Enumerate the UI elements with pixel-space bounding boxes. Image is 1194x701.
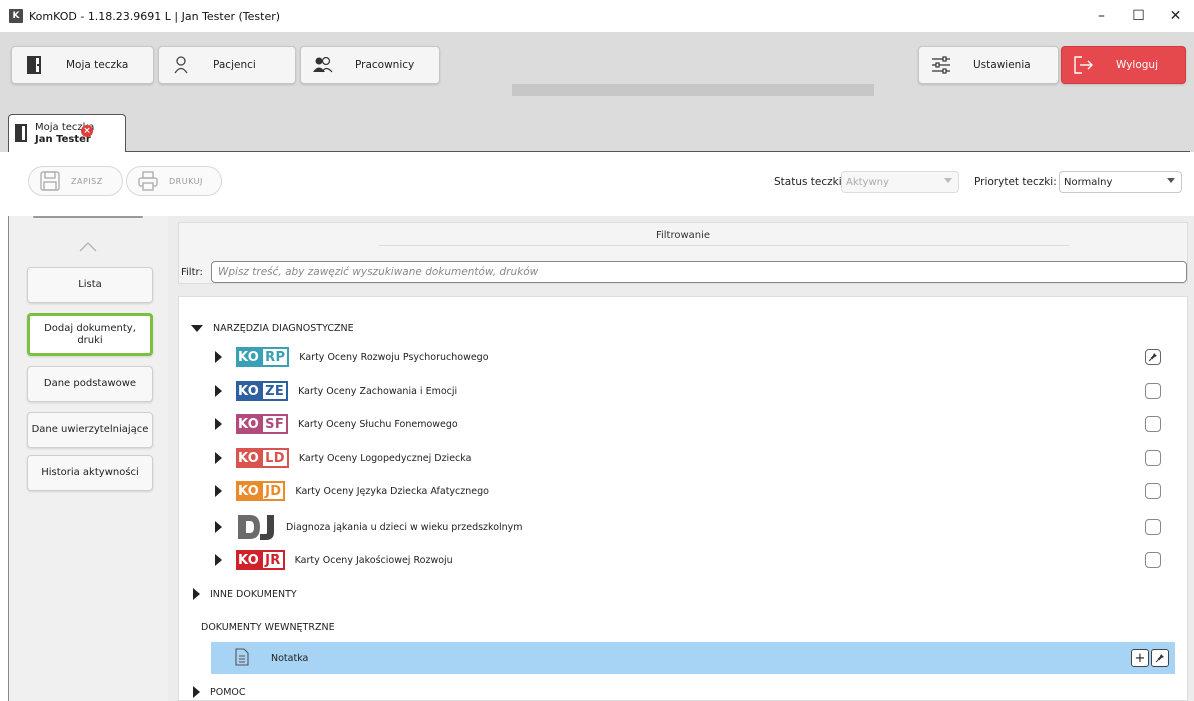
priority-select[interactable]: Normalny [1059, 171, 1182, 193]
priority-label: Priorytet teczki: [974, 176, 1057, 188]
document-tree: NARZĘDZIA DIAGNOSTYCZNE KO RP Karty Ocen… [178, 296, 1188, 701]
save-button[interactable]: ZAPISZ [28, 166, 123, 196]
sidebar-item-activity-history[interactable]: Historia aktywności [27, 455, 153, 491]
tree-item-label: Karty Oceny Rozwoju Psychoruchowego [299, 351, 489, 363]
main-content: Filtrowanie Filtr: Wpisz treść, aby zawę… [168, 216, 1194, 701]
save-disk-icon [39, 170, 61, 192]
minimize-button[interactable]: – [1083, 0, 1120, 32]
caret-right-icon [215, 485, 222, 497]
nav-folder-button[interactable]: Moja teczka [11, 46, 154, 84]
sliders-icon [931, 55, 951, 75]
tree-item-label: Diagnoza jąkania u dzieci w wieku przeds… [286, 521, 523, 533]
koze-logo-icon: KO ZE [236, 381, 289, 401]
tree-item-label: Karty Oceny Jakościowej Rozwoju [294, 554, 453, 566]
tab-my-folder[interactable]: Moja teczka Jan Tester × [8, 114, 126, 152]
tree-item-koze[interactable]: KO ZE Karty Oceny Zachowania i Emocji [215, 379, 1175, 403]
sidebar-item-list[interactable]: Lista [27, 267, 153, 303]
panel-divider [33, 216, 143, 218]
caret-right-icon [193, 588, 200, 600]
tree-item-korp[interactable]: KO RP Karty Oceny Rozwoju Psychoruchoweg… [215, 345, 1175, 369]
tree-item-label: Karty Oceny Języka Dziecka Afatycznego [295, 485, 489, 497]
folder-book-icon [24, 55, 44, 75]
caret-right-icon [215, 554, 222, 566]
maximize-button[interactable]: ☐ [1120, 0, 1157, 32]
close-window-button[interactable]: ✕ [1157, 0, 1194, 32]
tree-item-label: Karty Oceny Logopedycznej Dziecka [298, 452, 472, 464]
kosf-logo-icon: KO SF [236, 414, 288, 434]
tree-item-label: Karty Oceny Słuchu Fonemowego [298, 418, 458, 430]
document-icon [235, 647, 249, 669]
dj-logo-icon [236, 512, 278, 542]
item-checkbox[interactable] [1145, 483, 1161, 499]
nav-divider [512, 84, 874, 96]
caret-down-icon [191, 325, 203, 332]
add-note-button[interactable]: + [1131, 649, 1149, 667]
kojr-logo-icon: KO JR [236, 550, 285, 570]
item-checkbox[interactable] [1145, 383, 1161, 399]
side-panel: Lista Dodaj dokumenty, druki Dane podsta… [8, 216, 168, 701]
sidebar-item-basic-data[interactable]: Dane podstawowe [27, 366, 153, 402]
filter-title: Filtrowanie [655, 230, 711, 241]
filter-panel: Filtrowanie Filtr: Wpisz treść, aby zawę… [178, 222, 1188, 284]
print-button[interactable]: DRUKUJ [126, 166, 222, 196]
item-checkbox[interactable] [1145, 552, 1161, 568]
kojd-logo-icon: KO JD [236, 481, 286, 501]
chevron-up-icon[interactable] [79, 240, 97, 258]
tree-item-kold[interactable]: KO LD Karty Oceny Logopedycznej Dziecka [215, 446, 1175, 470]
nav-workers-button[interactable]: Pracownicy [300, 46, 440, 84]
toolbar: ZAPISZ DRUKUJ Status teczki Aktywny Prio… [0, 152, 1194, 216]
tree-item-kojr[interactable]: KO JR Karty Oceny Jakościowej Rozwoju [215, 548, 1175, 572]
caret-right-icon [215, 521, 222, 533]
folder-book-icon [15, 123, 29, 144]
dropdown-arrow-icon [1167, 178, 1175, 183]
status-select[interactable]: Aktywny [841, 171, 959, 193]
tab-close-icon[interactable]: × [81, 125, 93, 137]
nav-logout-button[interactable]: Wyloguj [1061, 46, 1186, 84]
nav-settings-button[interactable]: Ustawienia [918, 46, 1059, 84]
kold-logo-icon: KO LD [236, 448, 289, 468]
logout-icon [1074, 55, 1094, 75]
korp-logo-icon: KO RP [236, 347, 290, 367]
pin-icon[interactable] [1145, 349, 1161, 365]
sidebar-item-add-documents[interactable]: Dodaj dokumenty, druki [27, 313, 153, 356]
caret-right-icon [193, 686, 200, 698]
filter-input[interactable]: Wpisz treść, aby zawęzić wyszukiwane dok… [211, 261, 1187, 283]
person-icon [171, 55, 191, 75]
tree-item-dj[interactable]: Diagnoza jąkania u dzieci w wieku przeds… [215, 512, 1175, 542]
top-navigation: Moja teczka Pacjenci Pracownicy Ustawien… [0, 32, 1194, 100]
tree-section-diagnostic-tools[interactable]: NARZĘDZIA DIAGNOSTYCZNE [191, 323, 354, 334]
filter-label: Filtr: [181, 267, 203, 278]
window-title: KomKOD - 1.18.23.9691 L | Jan Tester (Te… [29, 9, 281, 23]
printer-icon [137, 170, 159, 192]
title-bar: K KomKOD - 1.18.23.9691 L | Jan Tester (… [0, 0, 1194, 32]
tree-section-internal-documents: DOKUMENTY WEWNĘTRZNE [201, 622, 335, 633]
tree-item-label: Karty Oceny Zachowania i Emocji [298, 385, 458, 397]
filter-divider [379, 245, 1069, 246]
people-icon [313, 55, 333, 75]
tree-item-kosf[interactable]: KO SF Karty Oceny Słuchu Fonemowego [215, 412, 1175, 436]
nav-patients-button[interactable]: Pacjenci [158, 46, 296, 84]
caret-right-icon [215, 385, 222, 397]
item-checkbox[interactable] [1145, 416, 1161, 432]
tree-item-note[interactable]: Notatka + [211, 642, 1175, 674]
status-label: Status teczki [774, 176, 842, 188]
caret-right-icon [215, 351, 222, 363]
note-label: Notatka [271, 652, 309, 664]
caret-right-icon [215, 452, 222, 464]
sidebar-item-credentials[interactable]: Dane uwierzytelniające [27, 412, 153, 448]
item-checkbox[interactable] [1145, 519, 1161, 535]
pin-icon[interactable] [1151, 649, 1169, 667]
tree-item-kojd[interactable]: KO JD Karty Oceny Języka Dziecka Afatycz… [215, 479, 1175, 503]
tree-section-help[interactable]: POMOC [193, 686, 246, 698]
caret-right-icon [215, 418, 222, 430]
tree-section-other-documents[interactable]: INNE DOKUMENTY [193, 588, 297, 600]
tab-strip: Moja teczka Jan Tester × [0, 100, 1194, 152]
item-checkbox[interactable] [1145, 450, 1161, 466]
dropdown-arrow-icon [944, 178, 952, 183]
app-logo-icon: K [9, 9, 23, 23]
